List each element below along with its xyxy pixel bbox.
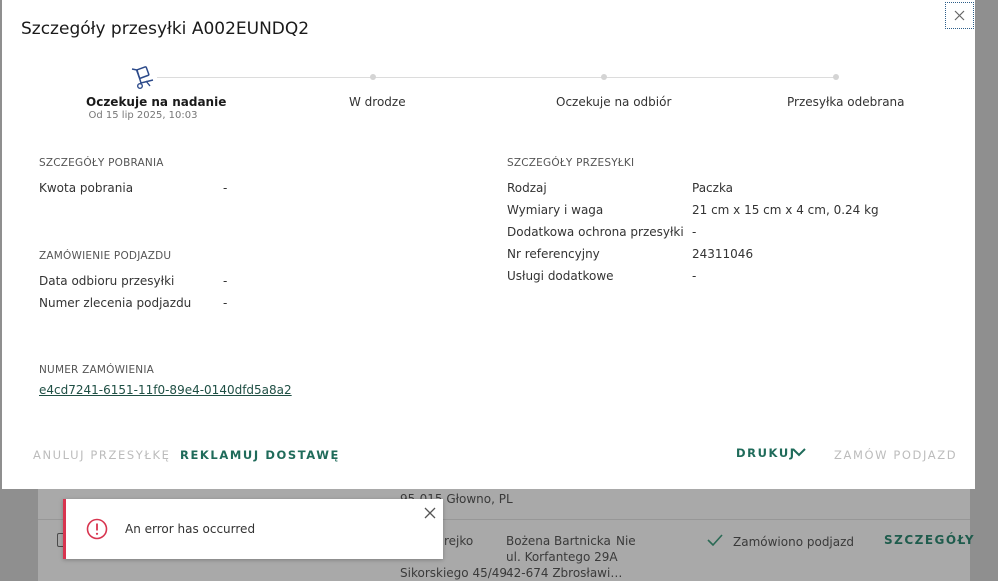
order-number-link[interactable]: e4cd7241-6151-11f0-89e4-0140dfd5a8a2 <box>39 383 292 397</box>
step-dot-delivered <box>833 74 839 80</box>
extra-protection-label: Dodatkowa ochrona przesyłki <box>507 225 684 239</box>
order-number-heading: NUMER ZAMÓWIENIA <box>39 364 155 376</box>
stepper-track <box>157 77 837 78</box>
hand-truck-icon <box>131 66 154 90</box>
pickup-order-number-value: - <box>223 296 228 310</box>
cancel-shipment-button[interactable]: ANULUJ PRZESYŁKĘ <box>33 448 170 462</box>
extra-protection-value: - <box>692 225 697 239</box>
background-cod-value: Nie <box>616 534 636 548</box>
background-recipient-name: Bożena Bartnicka <box>506 534 611 548</box>
shipment-type-label: Rodzaj <box>507 181 547 195</box>
pickup-date-label: Data odbioru przesyłki <box>39 274 175 288</box>
background-recipient-city: 42-674 Zbrosławi… <box>506 566 623 580</box>
background-sender-line2: Sikorskiego 45/49 <box>400 566 508 580</box>
close-icon <box>954 10 965 21</box>
details-link[interactable]: SZCZEGÓŁY <box>884 533 975 547</box>
step-label-awaiting-pickup: Oczekuje na odbiór <box>556 95 672 109</box>
cod-section-heading: SZCZEGÓŁY POBRANIA <box>39 157 164 169</box>
dimensions-label: Wymiary i waga <box>507 203 604 217</box>
reference-number-value: 24311046 <box>692 247 754 261</box>
error-icon <box>86 518 108 540</box>
modal-title: Szczegóły przesyłki A002EUNDQ2 <box>21 19 310 39</box>
close-button[interactable] <box>945 2 974 29</box>
checkmark-icon <box>707 534 723 546</box>
background-sender-line1: rejko <box>444 534 474 548</box>
dimensions-value: 21 cm x 15 cm x 4 cm, 0.24 kg <box>692 203 879 217</box>
step-date: Od 15 lip 2025, 10:03 <box>88 110 198 121</box>
toast-message: An error has occurred <box>125 522 256 536</box>
cod-amount-value: - <box>223 181 228 195</box>
additional-services-value: - <box>692 269 697 283</box>
step-dot-awaiting-pickup <box>601 74 607 80</box>
pickup-date-value: - <box>223 274 228 288</box>
background-recipient-street: ul. Korfantego 29A <box>506 550 618 564</box>
complain-delivery-button[interactable]: REKLAMUJ DOSTAWĘ <box>180 448 340 462</box>
background-status: Zamówiono podjazd <box>733 535 855 549</box>
print-button[interactable]: DRUKUJ <box>736 446 796 460</box>
error-toast: An error has occurred <box>63 499 443 559</box>
close-icon[interactable] <box>423 506 437 520</box>
pickup-order-number-label: Numer zlecenia podjazdu <box>39 296 192 310</box>
order-pickup-button[interactable]: ZAMÓW PODJAZD <box>834 448 957 462</box>
chevron-down-icon[interactable] <box>792 446 806 458</box>
step-dot-in-transit <box>370 74 376 80</box>
shipment-type-value: Paczka <box>692 181 734 195</box>
shipment-details-modal: Szczegóły przesyłki A002EUNDQ2 Oczekuje … <box>2 0 975 489</box>
additional-services-label: Usługi dodatkowe <box>507 269 614 283</box>
step-label-in-transit: W drodze <box>349 95 406 109</box>
step-label-delivered: Przesyłka odebrana <box>787 95 905 109</box>
cod-amount-label: Kwota pobrania <box>39 181 134 195</box>
shipment-section-heading: SZCZEGÓŁY PRZESYŁKI <box>507 157 635 169</box>
reference-number-label: Nr referencyjny <box>507 247 600 261</box>
pickup-section-heading: ZAMÓWIENIE PODJAZDU <box>39 250 172 262</box>
step-label-awaiting-dispatch: Oczekuje na nadanie <box>86 95 227 109</box>
